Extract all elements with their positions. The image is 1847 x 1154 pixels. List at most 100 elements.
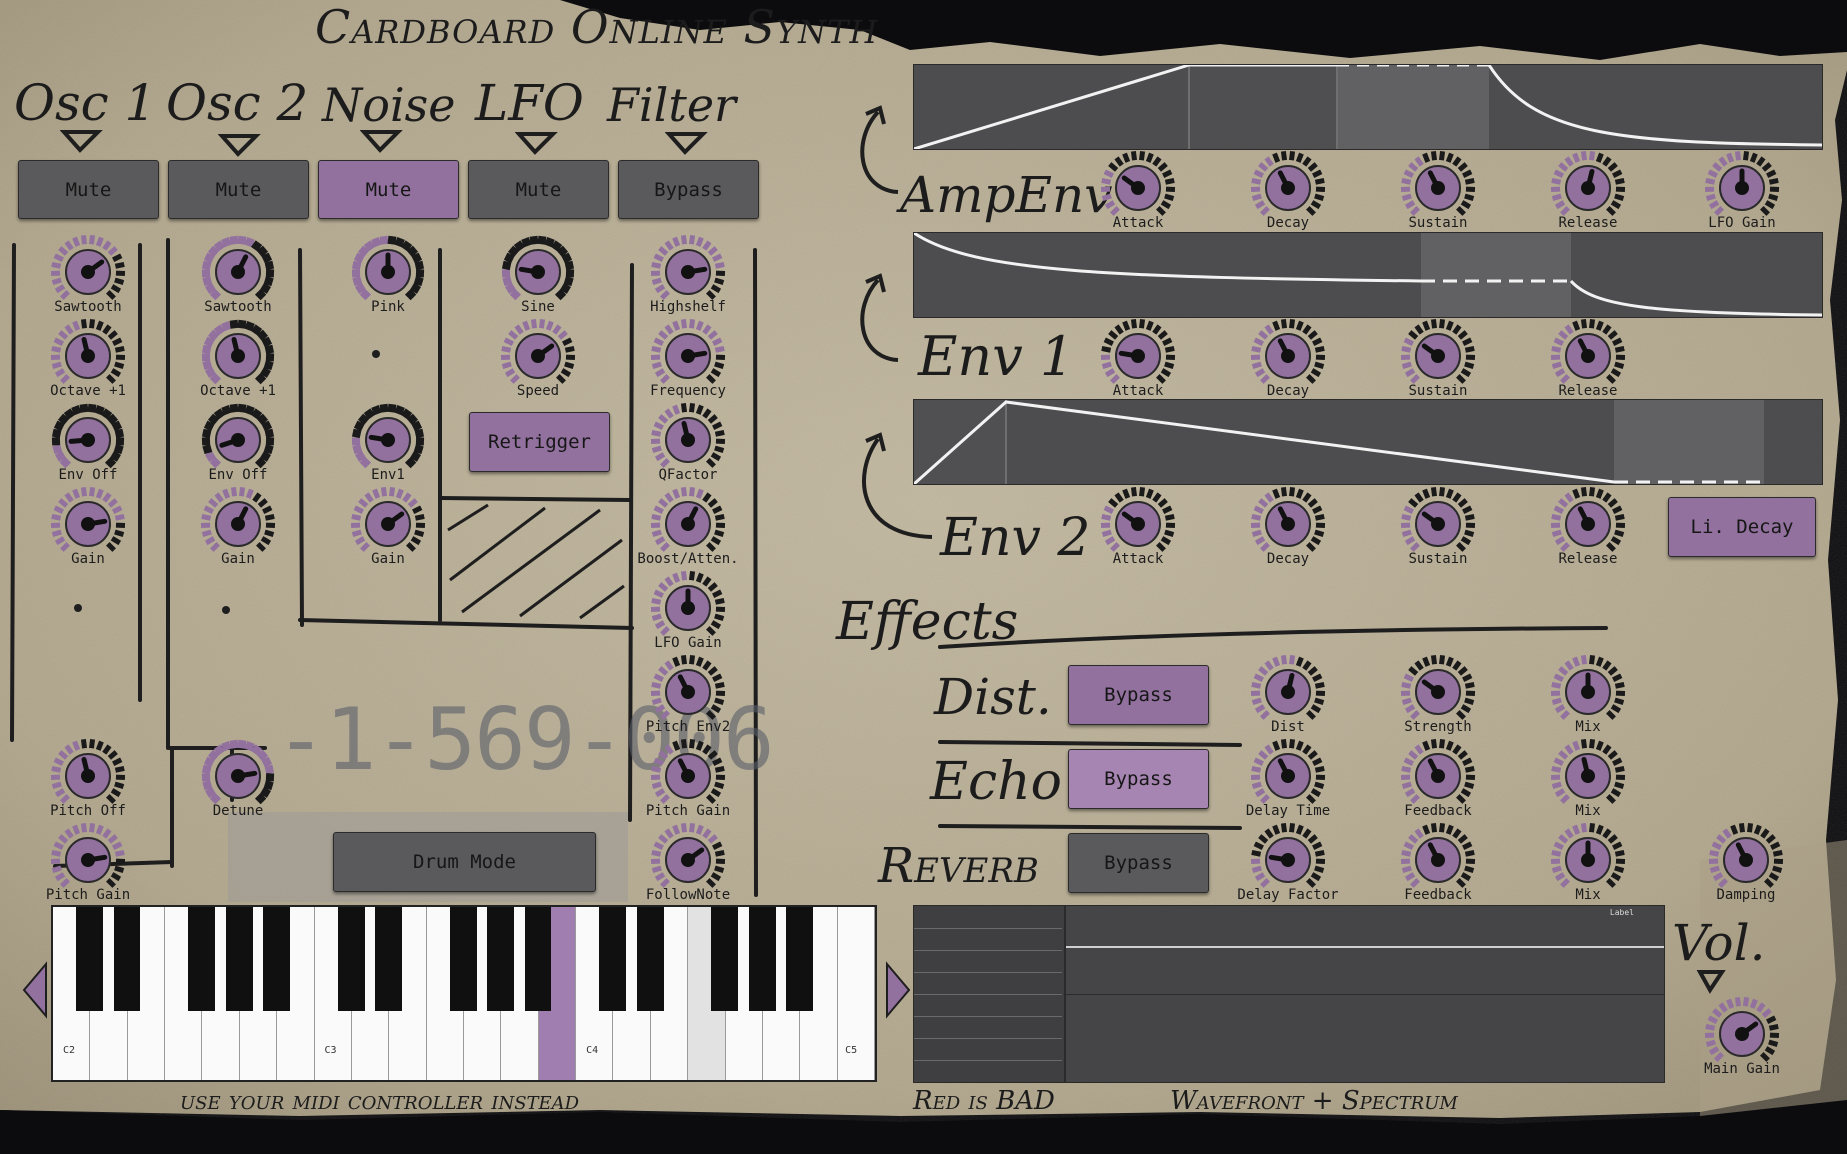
black-key[interactable] <box>225 907 253 1011</box>
black-key[interactable] <box>375 907 402 1011</box>
dist-knob-label-2: Mix <box>1575 719 1601 735</box>
osc1-title: Osc 1 <box>14 74 157 132</box>
env2-knob-label-1: Decay <box>1266 551 1310 567</box>
filter-knob-label-0: Highshelf <box>650 299 726 315</box>
retrigger-button[interactable]: Retrigger <box>469 412 610 472</box>
drum-mode-button[interactable]: Drum Mode <box>333 832 596 892</box>
env2-curve <box>914 400 1764 484</box>
note-label: C5 <box>845 1045 858 1056</box>
amp-env-curve <box>914 65 1822 149</box>
filter-knob-label-7: FollowNote <box>645 887 731 903</box>
osc2-knob-label-4: Detune <box>212 803 264 819</box>
arrow-down-triangle-icon <box>1696 970 1726 994</box>
black-key[interactable] <box>449 907 477 1011</box>
env1-knob-label-2: Sustain <box>1408 383 1468 399</box>
app-title: Cardboard Online Synth <box>315 0 879 54</box>
amp_env-knob-label-0: Attack <box>1112 215 1164 231</box>
black-key[interactable] <box>487 907 515 1011</box>
amp-env-display[interactable] <box>913 64 1823 150</box>
echo-title: Echo <box>930 752 1062 812</box>
li-decay-button[interactable]: Li. Decay <box>1668 497 1816 557</box>
osc2-knob-label-3: Gain <box>221 551 255 567</box>
curved-arrow-icon <box>862 432 933 539</box>
black-key[interactable] <box>636 907 664 1011</box>
scope-divider <box>1066 994 1664 995</box>
env2-knob-label-0: Attack <box>1112 551 1164 567</box>
dist-knob-label-0: Dist <box>1271 719 1305 735</box>
env1-curve <box>914 233 1822 317</box>
echo-knob-label-2: Mix <box>1575 803 1601 819</box>
black-key[interactable] <box>337 907 365 1011</box>
vu-meter <box>913 905 1065 1083</box>
arrow-down-triangle-icon <box>665 132 708 155</box>
black-key[interactable] <box>262 907 290 1011</box>
amp_env-knob-label-3: Release <box>1558 215 1618 231</box>
reverb-bypass-button[interactable]: Bypass <box>1068 833 1209 893</box>
osc1-knob-label-3: Gain <box>71 551 105 567</box>
noise-knob-label-2: Gain <box>371 551 405 567</box>
piano-keyboard[interactable]: C2 C3 C4 C5 <box>51 905 877 1082</box>
arrow-down-triangle-icon <box>515 132 558 155</box>
scope-label: Label <box>1609 908 1634 917</box>
black-key[interactable] <box>188 907 216 1011</box>
env1-knob-label-3: Release <box>1558 383 1618 399</box>
note-label: C2 <box>63 1045 76 1056</box>
filter-bypass-button[interactable]: Bypass <box>618 160 759 219</box>
env2-display[interactable] <box>913 399 1823 485</box>
noise-knob-label-1: Env1 <box>371 467 405 483</box>
scope-caption: Wavefront + Spectrum <box>1170 1086 1458 1116</box>
osc1-knob-label-1: Octave +1 <box>50 383 126 399</box>
echo-knob-label-1: Feedback <box>1404 803 1472 819</box>
black-key[interactable] <box>748 907 776 1011</box>
noise-mute-button[interactable]: Mute <box>318 160 459 219</box>
lfo-mute-button[interactable]: Mute <box>468 160 609 219</box>
osc1-knob-label-0: Sawtooth <box>54 299 122 315</box>
osc2-knob-label-1: Octave +1 <box>200 383 276 399</box>
black-key[interactable] <box>786 907 813 1011</box>
env2-knob-label-3: Release <box>1558 551 1618 567</box>
osc1-knob-label-5: Pitch Gain <box>45 887 131 903</box>
black-key[interactable] <box>76 907 104 1011</box>
env1-knob-label-1: Decay <box>1266 383 1310 399</box>
env2-knob-label-2: Sustain <box>1408 551 1468 567</box>
note-label: C4 <box>586 1045 599 1056</box>
effects-title: Effects <box>836 592 1019 652</box>
reverb-title: Reverb <box>878 838 1039 894</box>
reverb-knob-label-2: Mix <box>1575 887 1601 903</box>
osc1-knob-label-4: Pitch Off <box>50 803 126 819</box>
noise-title: Noise <box>322 78 456 132</box>
osc1-mute-button[interactable]: Mute <box>18 160 159 219</box>
osc2-knob-label-0: Sawtooth <box>204 299 272 315</box>
lfo-title: LFO <box>475 74 584 132</box>
filter-knob-label-4: LFO Gain <box>654 635 722 651</box>
waveform-line <box>1066 946 1664 948</box>
amp-env-title: AmpEnv <box>900 166 1113 224</box>
amp_env-knob-label-4: LFO Gain <box>1708 215 1776 231</box>
arrow-down-triangle-icon <box>60 130 103 153</box>
env1-knob-label-0: Attack <box>1112 383 1164 399</box>
curved-arrow-icon <box>860 273 899 362</box>
curved-arrow-icon <box>860 105 899 194</box>
dist-bypass-button[interactable]: Bypass <box>1068 665 1209 725</box>
black-key[interactable] <box>113 907 141 1011</box>
right-arrow-icon[interactable] <box>883 960 913 1020</box>
noise-knob-label-0: Pink <box>371 299 405 315</box>
vol-knob-label-0: Main Gain <box>1704 1061 1780 1077</box>
env1-display[interactable] <box>913 232 1823 318</box>
arrow-down-triangle-icon <box>360 130 403 153</box>
echo-bypass-button[interactable]: Bypass <box>1068 749 1209 809</box>
echo-knob-label-0: Delay Time <box>1245 803 1331 819</box>
black-key[interactable] <box>711 907 739 1011</box>
filter-knob-label-6: Pitch Gain <box>645 803 731 819</box>
left-arrow-icon[interactable] <box>20 960 50 1020</box>
osc2-title: Osc 2 <box>166 74 309 132</box>
env1-title: Env 1 <box>918 325 1075 388</box>
filter-title: Filter <box>607 78 737 132</box>
dist-knob-label-1: Strength <box>1404 719 1472 735</box>
lfo-knob-label-0: Sine <box>521 299 555 315</box>
osc2-mute-button[interactable]: Mute <box>168 160 309 219</box>
arrow-down-triangle-icon <box>218 134 261 157</box>
black-key[interactable] <box>599 907 627 1011</box>
black-key[interactable] <box>524 907 552 1011</box>
vol-title: Vol. <box>1672 914 1766 972</box>
